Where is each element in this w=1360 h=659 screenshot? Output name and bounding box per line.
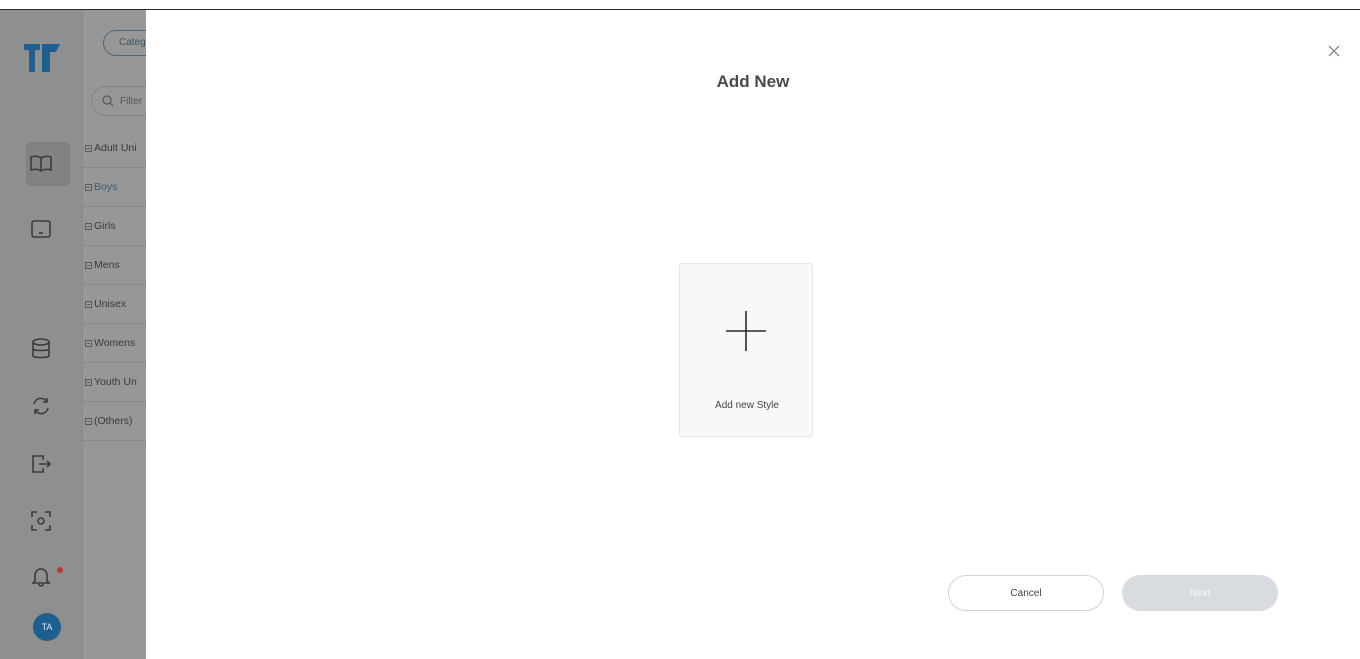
nav-device[interactable]: [0, 215, 82, 243]
category-label: Unisex: [94, 298, 127, 310]
expand-icon: [85, 183, 92, 191]
database-icon: [32, 338, 50, 359]
category-label: Youth Un: [94, 376, 137, 388]
category-label: (Others): [94, 415, 133, 427]
export-icon: [32, 455, 52, 473]
left-nav-rail: TA: [0, 10, 82, 659]
window-top-border: [0, 0, 1360, 10]
category-item[interactable]: Adult Uni: [83, 129, 146, 168]
category-label: Girls: [94, 220, 116, 232]
tablet-icon: [31, 220, 51, 238]
expand-icon: [85, 222, 92, 230]
bell-icon: [31, 568, 51, 587]
category-label: Boys: [94, 181, 118, 193]
expand-icon: [85, 417, 92, 425]
scan-icon: [31, 511, 51, 531]
category-item[interactable]: Womens: [83, 324, 146, 363]
category-label: Mens: [94, 259, 120, 271]
expand-icon: [85, 300, 92, 308]
add-new-modal: Add New Add new Style Cancel Next: [146, 11, 1360, 659]
search-icon: [102, 95, 114, 107]
category-item[interactable]: Unisex: [83, 285, 146, 324]
nav-scan[interactable]: [0, 507, 82, 535]
nav-catalog[interactable]: [0, 150, 82, 178]
nav-notifications[interactable]: [0, 562, 82, 590]
filter-input[interactable]: Filter: [91, 86, 146, 116]
category-list: Adult Uni Boys Girls Mens Unisex Womens …: [83, 129, 146, 441]
avatar[interactable]: TA: [33, 613, 61, 641]
category-label: Womens: [94, 337, 136, 349]
category-item[interactable]: Girls: [83, 207, 146, 246]
app-logo: [24, 44, 60, 72]
expand-icon: [85, 378, 92, 386]
category-dropdown[interactable]: Categ: [103, 30, 146, 56]
add-new-style-card[interactable]: Add new Style: [679, 263, 813, 437]
nav-database[interactable]: [0, 335, 82, 363]
expand-icon: [85, 144, 92, 152]
book-icon: [30, 155, 52, 172]
sync-icon: [33, 397, 49, 415]
category-label: Adult Uni: [94, 142, 137, 154]
category-item[interactable]: Mens: [83, 246, 146, 285]
expand-icon: [85, 261, 92, 269]
filter-placeholder: Filter: [120, 96, 143, 107]
category-item[interactable]: (Others): [83, 402, 146, 441]
cancel-button[interactable]: Cancel: [948, 575, 1104, 611]
plus-icon: [726, 311, 766, 351]
category-panel: Categ Filter Adult Uni Boys Girls Mens U…: [82, 10, 146, 659]
nav-sync[interactable]: [0, 392, 82, 420]
expand-icon: [85, 339, 92, 347]
close-icon[interactable]: [1326, 43, 1342, 59]
modal-title: Add New: [716, 72, 790, 91]
next-button[interactable]: Next: [1122, 575, 1278, 611]
card-label: Add new Style: [715, 400, 779, 411]
nav-export[interactable]: [0, 450, 82, 478]
notification-badge: [57, 567, 63, 573]
category-item[interactable]: Youth Un: [83, 363, 146, 402]
category-item[interactable]: Boys: [83, 168, 146, 207]
